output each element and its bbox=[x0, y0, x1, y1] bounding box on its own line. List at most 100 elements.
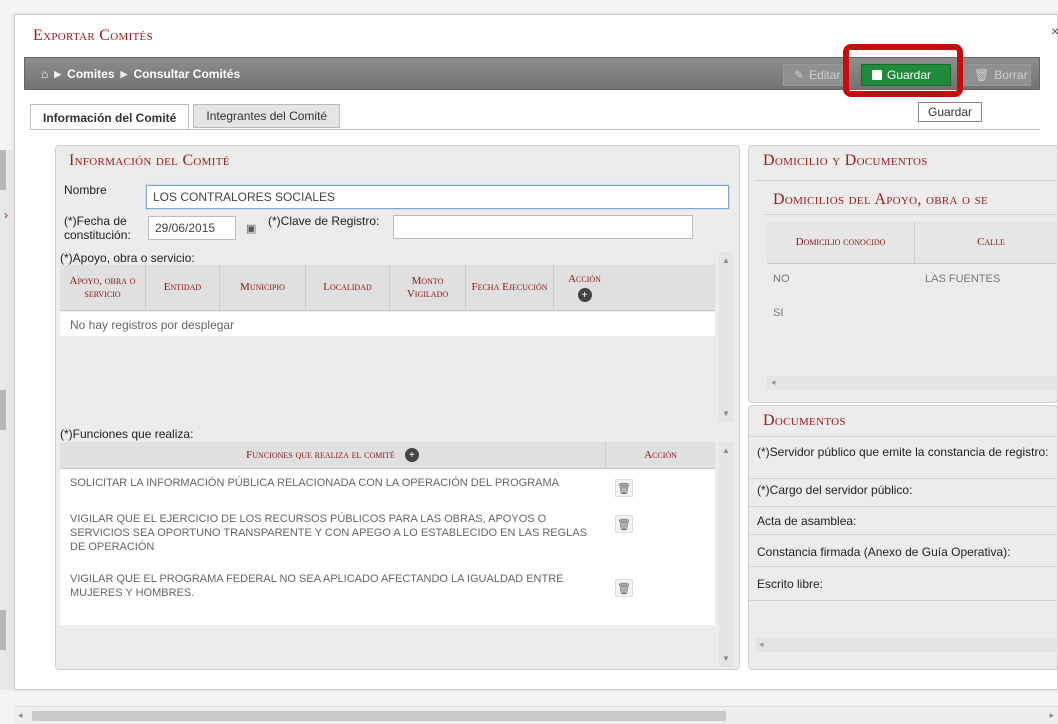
col-monto[interactable]: Monto Vigilado bbox=[390, 265, 466, 310]
tab-divider bbox=[30, 129, 1040, 130]
scroll-left-icon[interactable]: ◂ bbox=[759, 639, 764, 650]
divider bbox=[749, 506, 1057, 507]
edge-mark bbox=[0, 390, 6, 430]
col-apoyo[interactable]: Apoyo, obra o servicio bbox=[60, 265, 146, 310]
scroll-left-icon[interactable]: ◂ bbox=[18, 710, 23, 721]
add-funcion-icon[interactable]: + bbox=[404, 448, 419, 462]
info-section: Información del Comité Nombre LOS CONTRA… bbox=[55, 145, 740, 670]
trash-icon[interactable]: 🗑 bbox=[615, 479, 633, 497]
col-localidad[interactable]: Localidad bbox=[306, 265, 390, 310]
fecha-input[interactable]: 29/06/2015 bbox=[148, 216, 236, 240]
add-apoyo-icon[interactable]: + bbox=[577, 288, 592, 303]
scroll-down-icon[interactable]: ▼ bbox=[722, 409, 730, 418]
breadcrumb-item[interactable]: Consultar Comités bbox=[133, 67, 240, 81]
col-accion-label: Acción bbox=[568, 272, 601, 285]
save-highlight bbox=[843, 44, 963, 97]
domicilio-cell: NO bbox=[773, 273, 790, 285]
edge-glyph: › bbox=[4, 208, 8, 222]
save-tooltip: Guardar bbox=[918, 102, 982, 122]
divider bbox=[755, 180, 1057, 181]
documentos-section: Documentos (*)Servidor público que emite… bbox=[748, 405, 1058, 670]
edit-button[interactable]: ✎ Editar bbox=[783, 64, 845, 86]
domicilios-grid-body: NO LAS FUENTES SI bbox=[767, 265, 1057, 369]
domicilios-subtitle: Domicilios del Apoyo, obra o se bbox=[773, 191, 989, 208]
domicilio-section: Domicilio y Documentos Domicilios del Ap… bbox=[748, 145, 1058, 403]
clave-input[interactable] bbox=[393, 215, 693, 239]
col-funciones-accion: Acción bbox=[644, 448, 677, 461]
col-calle[interactable]: Calle bbox=[915, 222, 1057, 263]
col-fecha[interactable]: Fecha Ejecución bbox=[466, 265, 554, 310]
breadcrumb: ⌂ ▶ Comites ▶ Consultar Comités bbox=[41, 67, 240, 81]
edge-mark bbox=[0, 610, 6, 650]
trash-icon[interactable]: 🗑 bbox=[615, 515, 633, 533]
fecha-label-line2: constitución: bbox=[64, 228, 131, 243]
scroll-left-icon[interactable]: ◂ bbox=[771, 377, 776, 388]
domicilios-hscrollbar[interactable]: ◂ bbox=[767, 376, 1057, 390]
divider bbox=[749, 478, 1057, 479]
scroll-up-icon[interactable]: ▲ bbox=[722, 256, 730, 265]
funciones-label: (*)Funciones que realiza: bbox=[60, 427, 194, 441]
pencil-icon: ✎ bbox=[794, 68, 805, 82]
delete-button-label: Borrar bbox=[994, 68, 1028, 82]
documento-row: (*)Cargo del servidor público: bbox=[757, 483, 913, 497]
close-icon[interactable]: × bbox=[1051, 23, 1058, 39]
divider bbox=[749, 566, 1057, 567]
edit-button-label: Editar bbox=[809, 68, 841, 82]
funciones-grid-body: SOLICITAR LA INFORMACIÓN PÚBLICA RELACIO… bbox=[60, 469, 715, 625]
divider bbox=[765, 214, 1057, 215]
funciones-grid-header: Funciones que realiza el comité + Acción bbox=[60, 442, 715, 469]
divider bbox=[749, 534, 1057, 535]
clave-label: (*)Clave de Registro: bbox=[268, 214, 380, 228]
col-funciones-label[interactable]: Funciones que realiza el comité bbox=[246, 449, 395, 462]
funcion-row: VIGILAR QUE EL EJERCICIO DE LOS RECURSOS… bbox=[70, 513, 587, 553]
dialog-title: Exportar Comités bbox=[33, 27, 153, 44]
documentos-hscrollbar[interactable]: ◂ bbox=[755, 638, 1057, 652]
apoyo-label: (*)Apoyo, obra o servicio: bbox=[60, 251, 195, 265]
scroll-right-icon[interactable]: ▸ bbox=[1049, 710, 1054, 721]
delete-button[interactable]: 🗑 Borrar bbox=[963, 64, 1031, 86]
apoyo-grid-header: Apoyo, obra o servicio Entidad Municipio… bbox=[60, 265, 715, 311]
trash-icon[interactable]: 🗑 bbox=[615, 579, 633, 597]
page-hscrollbar[interactable]: ◂ ▸ bbox=[14, 706, 1058, 724]
edge-mark bbox=[0, 150, 6, 190]
calle-cell: LAS FUENTES bbox=[925, 273, 1001, 285]
domicilios-grid-header: Domicilio conocido Calle bbox=[767, 222, 1057, 264]
documento-row: Constancia firmada (Anexo de Guía Operat… bbox=[757, 545, 1011, 559]
scroll-down-icon[interactable]: ▼ bbox=[722, 654, 730, 663]
col-entidad[interactable]: Entidad bbox=[146, 265, 220, 310]
domicilio-cell: SI bbox=[773, 307, 784, 319]
col-funciones: Funciones que realiza el comité + bbox=[60, 442, 606, 468]
divider bbox=[749, 436, 1057, 437]
tab-info-comite[interactable]: Información del Comité bbox=[30, 104, 190, 130]
divider bbox=[749, 600, 1057, 601]
calendar-icon[interactable]: ▣ bbox=[246, 222, 256, 235]
col-municipio[interactable]: Municipio bbox=[220, 265, 306, 310]
scroll-up-icon[interactable]: ▲ bbox=[722, 446, 730, 455]
nombre-input[interactable]: LOS CONTRALORES SOCIALES bbox=[146, 185, 729, 209]
trash-icon: 🗑 bbox=[974, 68, 990, 82]
documento-row: (*)Servidor público que emite la constan… bbox=[757, 445, 1049, 459]
col-accion: Acción + bbox=[554, 265, 615, 310]
tab-integrantes[interactable]: Integrantes del Comité bbox=[193, 104, 341, 128]
apoyo-scrollbar[interactable]: ▲ ▼ bbox=[719, 252, 733, 422]
chevron-right-icon: ▶ bbox=[120, 68, 128, 79]
home-icon[interactable]: ⌂ bbox=[41, 67, 48, 81]
funciones-scrollbar[interactable]: ▲ ▼ bbox=[719, 442, 733, 667]
nombre-label: Nombre bbox=[64, 183, 107, 197]
fecha-label-line1: (*)Fecha de bbox=[64, 214, 127, 228]
documento-row: Acta de asamblea: bbox=[757, 514, 857, 528]
scroll-thumb[interactable] bbox=[32, 711, 726, 721]
funcion-row: SOLICITAR LA INFORMACIÓN PÚBLICA RELACIO… bbox=[70, 477, 560, 489]
empty-message: No hay registros por desplegar bbox=[70, 318, 235, 332]
info-section-title: Información del Comité bbox=[69, 152, 230, 169]
funcion-row: VIGILAR QUE EL PROGRAMA FEDERAL NO SEA A… bbox=[70, 573, 564, 599]
apoyo-grid-body: No hay registros por desplegar bbox=[60, 312, 715, 336]
documento-row: Escrito libre: bbox=[757, 577, 824, 591]
documentos-section-title: Documentos bbox=[763, 412, 846, 429]
breadcrumb-item[interactable]: Comites bbox=[67, 67, 114, 81]
chevron-right-icon: ▶ bbox=[54, 68, 62, 79]
tab-bar: Información del Comité Integrantes del C… bbox=[30, 104, 341, 130]
col-domicilio-conocido[interactable]: Domicilio conocido bbox=[767, 222, 915, 263]
left-edge: › bbox=[0, 150, 12, 690]
domicilio-section-title: Domicilio y Documentos bbox=[763, 152, 928, 169]
